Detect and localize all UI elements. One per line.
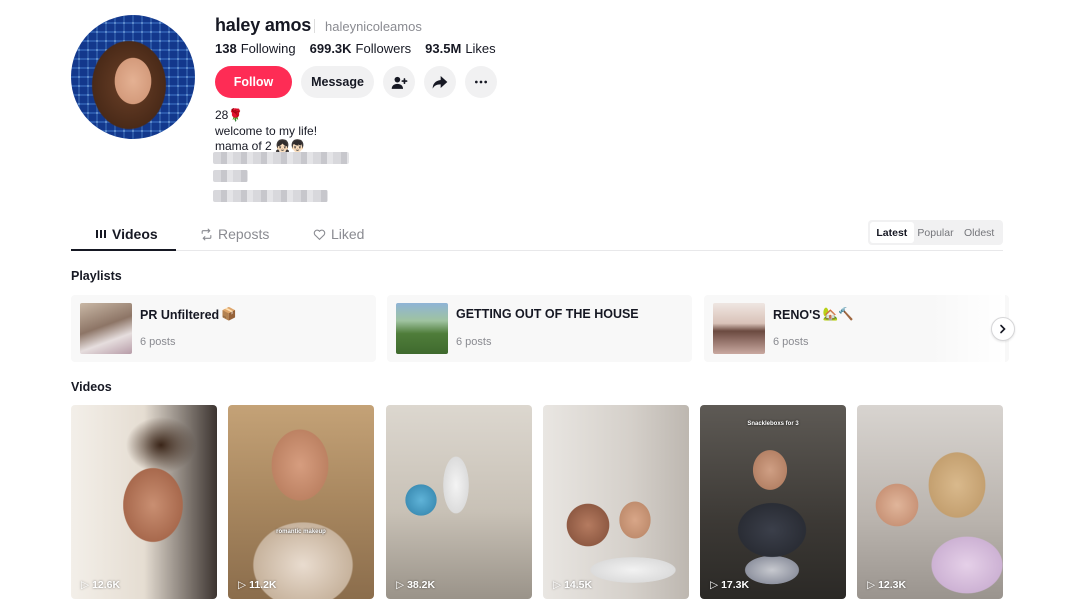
video-card[interactable]: ▷ 38.2K <box>386 405 532 599</box>
redacted-link <box>213 190 328 202</box>
likes-count: 93.5M <box>425 41 462 56</box>
more-icon <box>475 80 487 84</box>
view-count: ▷ 38.2K <box>396 579 436 591</box>
video-caption: Snackleboxs for 3 <box>747 421 799 427</box>
share-button[interactable] <box>424 66 456 98</box>
following-label: Following <box>240 41 296 56</box>
share-icon <box>432 76 448 89</box>
videos-heading: Videos <box>71 380 112 394</box>
view-count: ▷ 12.6K <box>81 579 121 591</box>
followers-label: Followers <box>355 41 412 56</box>
profile-tabs: Videos Reposts Liked <box>71 222 1003 251</box>
likes-stat: 93.5M Likes <box>425 41 496 56</box>
active-tab-indicator <box>71 249 176 251</box>
tab-liked-label: Liked <box>331 226 365 242</box>
view-count: ▷ 12.3K <box>867 579 907 591</box>
play-icon: ▷ <box>81 579 90 591</box>
play-icon: ▷ <box>867 579 876 591</box>
playlists-heading: Playlists <box>71 269 122 283</box>
profile-avatar[interactable] <box>71 15 195 139</box>
heart-icon <box>313 229 326 240</box>
sort-toggle: Latest Popular Oldest <box>868 220 1003 245</box>
redacted-bio-line <box>213 170 248 182</box>
playlist-thumbnail <box>713 303 765 354</box>
add-user-icon <box>391 76 407 89</box>
profile-actions: Follow Message <box>215 66 497 98</box>
playlist-card[interactable]: PR Unfiltered 📦 6 posts <box>71 295 376 362</box>
playlist-thumbnail <box>80 303 132 354</box>
video-card[interactable]: Snackleboxs for 3 ▷ 17.3K <box>700 405 846 599</box>
playlist-title: PR Unfiltered 📦 <box>140 307 237 322</box>
playlist-title: GETTING OUT OF THE HOUSE <box>456 307 639 321</box>
playlist-thumbnail <box>396 303 448 354</box>
tab-reposts[interactable]: Reposts <box>200 226 269 242</box>
bio-line: welcome to my life! <box>215 123 318 138</box>
video-card[interactable]: romantic makeup ▷ 11.2K <box>228 405 374 599</box>
view-count: ▷ 17.3K <box>710 579 750 591</box>
tab-reposts-label: Reposts <box>218 226 270 242</box>
video-card[interactable]: ▷ 12.6K <box>71 405 217 599</box>
playlist-card[interactable]: GETTING OUT OF THE HOUSE 6 posts <box>387 295 692 362</box>
add-friend-button[interactable] <box>383 66 415 98</box>
name-divider <box>314 19 315 33</box>
tab-liked[interactable]: Liked <box>313 226 364 242</box>
display-name: haley amos <box>215 15 312 35</box>
following-stat[interactable]: 138 Following <box>215 41 296 56</box>
play-icon: ▷ <box>553 579 562 591</box>
playlist-title: RENO'S 🏡🔨 <box>773 307 854 322</box>
repost-icon <box>201 228 212 240</box>
following-count: 138 <box>215 41 237 56</box>
video-card[interactable]: ▷ 12.3K <box>857 405 1003 599</box>
play-icon: ▷ <box>710 579 719 591</box>
message-button[interactable]: Message <box>301 66 374 98</box>
sort-popular[interactable]: Popular <box>914 222 958 243</box>
play-icon: ▷ <box>396 579 405 591</box>
playlist-count: 6 posts <box>140 336 176 348</box>
playlist-count: 6 posts <box>773 336 809 348</box>
redacted-bio-line <box>213 152 349 164</box>
tab-videos-label: Videos <box>112 226 158 242</box>
profile-stats: 138 Following 699.3K Followers 93.5M Likes <box>215 41 496 56</box>
grid-icon <box>96 230 106 238</box>
followers-count: 699.3K <box>309 41 352 56</box>
view-count: ▷ 14.5K <box>553 579 593 591</box>
sort-latest[interactable]: Latest <box>870 222 914 243</box>
sort-oldest[interactable]: Oldest <box>957 222 1001 243</box>
playlist-count: 6 posts <box>456 336 492 348</box>
follow-button[interactable]: Follow <box>215 66 292 98</box>
username: haleynicoleamos <box>325 19 422 34</box>
more-options-button[interactable] <box>465 66 497 98</box>
bio-line: 28🌹 <box>215 108 244 122</box>
profile-bio: 28🌹 welcome to my life! mama of 2 👧🏻👦🏻 <box>215 108 317 155</box>
likes-label: Likes <box>465 41 496 56</box>
video-card[interactable]: ▷ 14.5K <box>543 405 689 599</box>
playlist-next-button[interactable] <box>991 317 1015 341</box>
chevron-right-icon <box>1000 324 1006 334</box>
play-icon: ▷ <box>238 579 247 591</box>
video-caption: romantic makeup <box>276 529 326 535</box>
followers-stat[interactable]: 699.3K Followers <box>310 41 412 56</box>
view-count: ▷ 11.2K <box>238 579 277 591</box>
tab-videos[interactable]: Videos <box>95 226 158 242</box>
